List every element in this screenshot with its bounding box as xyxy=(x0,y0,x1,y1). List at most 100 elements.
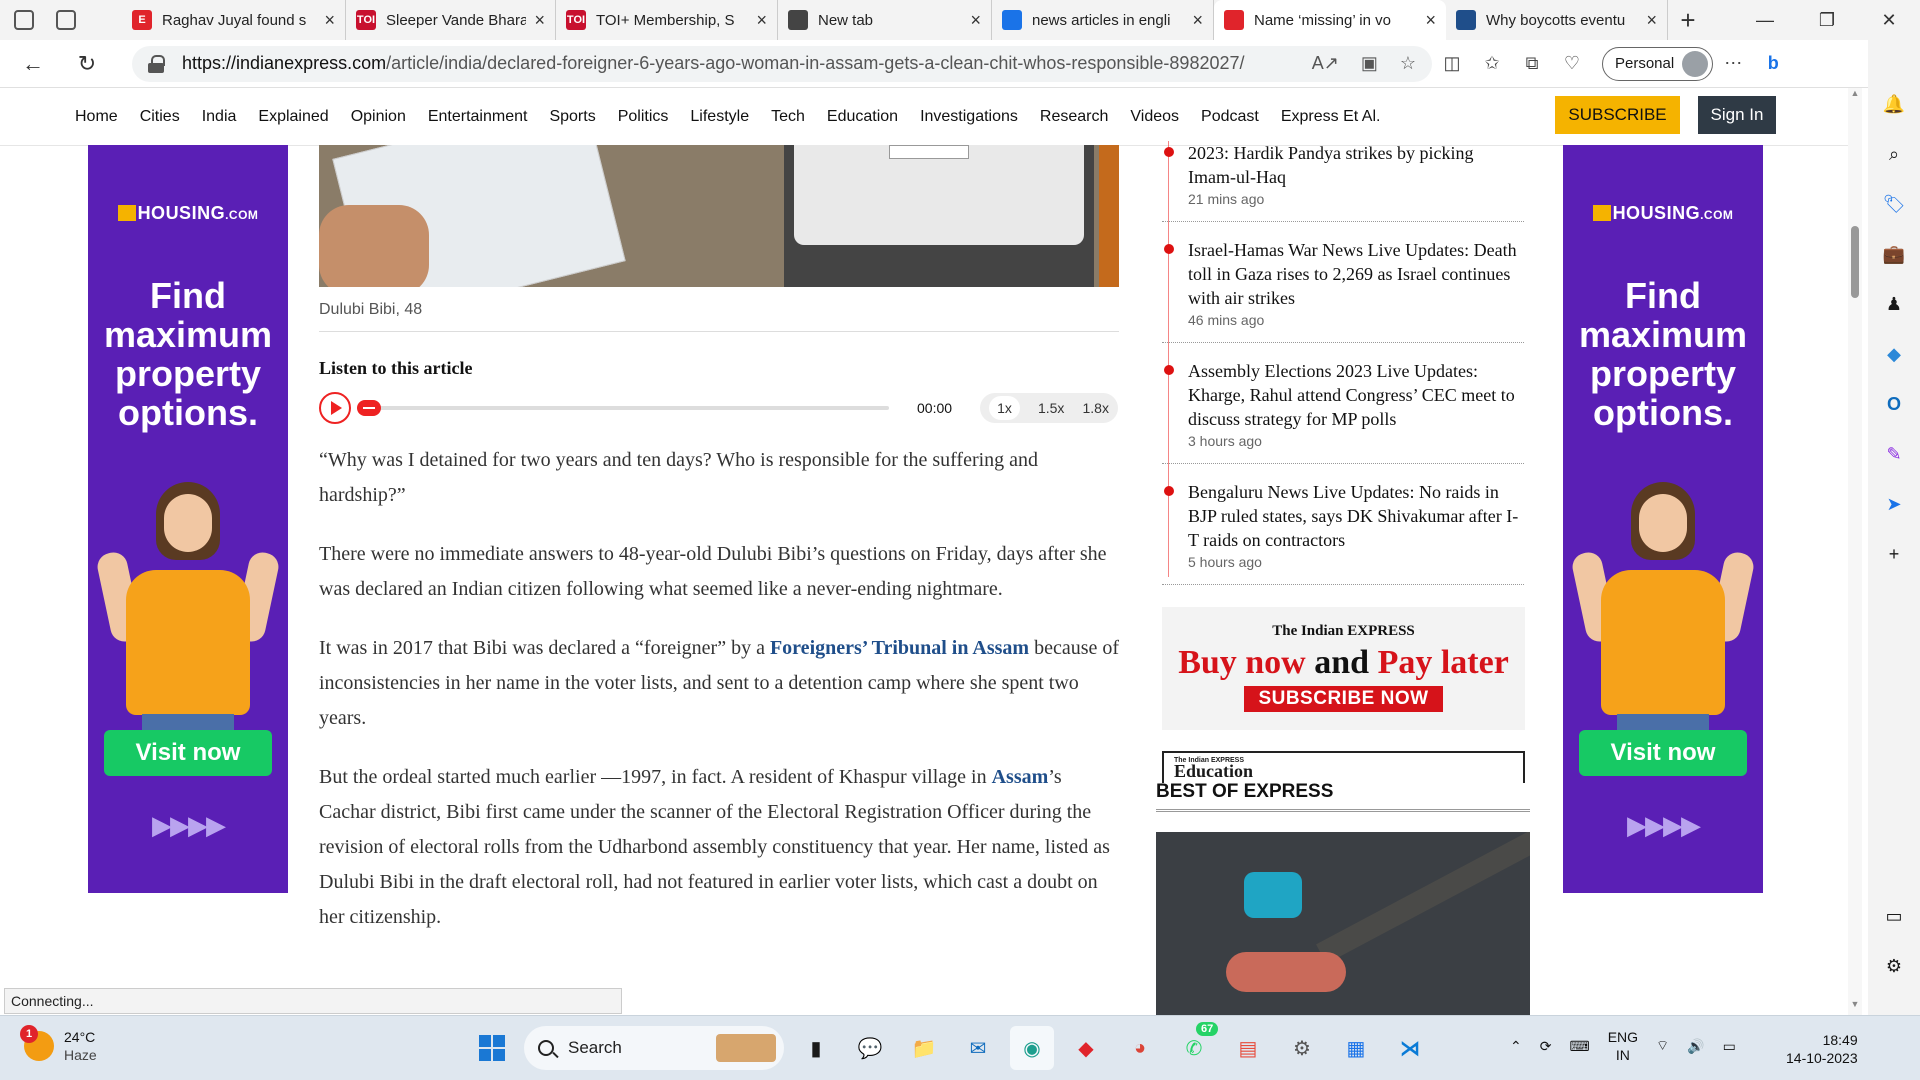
designer-icon[interactable]: ✎ xyxy=(1878,438,1910,470)
browser-tab[interactable]: New tab × xyxy=(778,0,992,40)
browser-tab[interactable]: E Raghav Juyal found s × xyxy=(122,0,346,40)
nav-link[interactable]: Podcast xyxy=(1201,108,1259,126)
sign-in-button[interactable]: Sign In xyxy=(1698,96,1776,134)
task-view-icon[interactable]: ▮ xyxy=(794,1026,838,1070)
collections-icon[interactable]: ⧉ xyxy=(1512,46,1552,82)
live-update-item[interactable]: Israel-Hamas War News Live Updates: Deat… xyxy=(1162,238,1524,343)
browser-tab[interactable]: Name ‘missing’ in vo × xyxy=(1214,0,1446,40)
split-screen-icon[interactable]: ◫ xyxy=(1432,46,1472,82)
settings-gear-icon[interactable]: ⚙ xyxy=(1280,1026,1324,1070)
minimize-button[interactable]: — xyxy=(1734,0,1796,40)
close-window-button[interactable]: ✕ xyxy=(1858,0,1920,40)
show-hidden-icons-chevron-icon[interactable]: ⌃ xyxy=(1510,1038,1522,1055)
vscode-icon[interactable]: ⋊ xyxy=(1388,1026,1432,1070)
education-banner[interactable]: The Indian EXPRESS Education xyxy=(1162,751,1525,783)
more-menu-icon[interactable]: ⋯ xyxy=(1713,46,1753,82)
browser-tab[interactable]: Why boycotts eventu × xyxy=(1446,0,1668,40)
taskbar-search[interactable]: Search xyxy=(524,1026,784,1070)
ad-visit-button[interactable]: Visit now xyxy=(1579,730,1747,776)
nav-link[interactable]: Research xyxy=(1040,108,1108,126)
chrome-icon[interactable]: ◕ xyxy=(1118,1026,1162,1070)
sync-icon[interactable]: ⟳ xyxy=(1540,1038,1552,1055)
address-bar[interactable]: https://indianexpress.com/article/india/… xyxy=(132,45,1432,82)
nav-link[interactable]: Explained xyxy=(258,108,328,126)
scroll-thumb[interactable] xyxy=(1851,226,1859,298)
mail-icon[interactable]: ✉ xyxy=(956,1026,1000,1070)
games-icon[interactable]: ♟ xyxy=(1878,288,1910,320)
close-tab-icon[interactable]: × xyxy=(756,10,767,31)
profile-button[interactable]: Personal xyxy=(1602,46,1714,81)
live-update-item[interactable]: Bengaluru News Live Updates: No raids in… xyxy=(1162,480,1524,585)
whatsapp-icon[interactable]: ✆ 67 xyxy=(1172,1022,1219,1070)
edge-browser-icon[interactable]: ◉ xyxy=(1010,1026,1054,1070)
foreigners-tribunal-link[interactable]: Foreigners’ Tribunal in Assam xyxy=(770,637,1029,659)
best-of-express-image[interactable] xyxy=(1156,832,1530,1015)
favorites-icon[interactable]: ✩ xyxy=(1472,46,1512,82)
close-tab-icon[interactable]: × xyxy=(534,10,545,31)
read-aloud-icon[interactable]: A↗ xyxy=(1312,53,1339,74)
ad-visit-button[interactable]: Visit now xyxy=(104,730,272,776)
outlook-icon[interactable]: O xyxy=(1878,388,1910,420)
browser-tab[interactable]: TOI Sleeper Vande Bhara × xyxy=(346,0,556,40)
audio-progress-handle[interactable] xyxy=(357,400,381,416)
new-tab-button[interactable]: + xyxy=(1668,0,1708,40)
favorite-star-icon[interactable]: ☆ xyxy=(1400,53,1416,74)
live-update-title[interactable]: Assembly Elections 2023 Live Updates: Kh… xyxy=(1188,359,1524,431)
refresh-button[interactable]: ↻ xyxy=(66,46,108,82)
nav-link[interactable]: Sports xyxy=(549,108,595,126)
lock-icon[interactable] xyxy=(148,54,165,73)
url-text[interactable]: https://indianexpress.com/article/india/… xyxy=(182,53,1312,74)
file-explorer-icon[interactable]: 📁 xyxy=(902,1026,946,1070)
nav-link[interactable]: Videos xyxy=(1130,108,1179,126)
nav-link[interactable]: Entertainment xyxy=(428,108,528,126)
assam-link[interactable]: Assam xyxy=(992,766,1049,788)
hide-sidebar-icon[interactable]: ▭ xyxy=(1878,900,1910,932)
add-sidebar-app-icon[interactable]: + xyxy=(1878,538,1910,570)
play-icon[interactable] xyxy=(319,392,351,424)
volume-icon[interactable]: 🔊 xyxy=(1687,1038,1704,1055)
left-housing-ad[interactable]: HOUSING.COM Find maximum property options. … xyxy=(88,145,288,893)
send-icon[interactable]: ➤ xyxy=(1878,488,1910,520)
nav-link[interactable]: Tech xyxy=(771,108,805,126)
notifications-bell-icon[interactable]: 🔔 xyxy=(1878,88,1910,120)
workspaces-icon[interactable] xyxy=(14,10,34,30)
office-icon[interactable]: ◆ xyxy=(1064,1026,1108,1070)
live-update-item[interactable]: Assembly Elections 2023 Live Updates: Kh… xyxy=(1162,359,1524,464)
search-icon[interactable]: ⌕ xyxy=(1878,138,1910,170)
nav-link[interactable]: Opinion xyxy=(351,108,406,126)
nav-link[interactable]: Investigations xyxy=(920,108,1018,126)
nav-link[interactable]: India xyxy=(202,108,237,126)
page-scrollbar[interactable]: ▲ ▼ xyxy=(1848,88,1862,1015)
copilot-icon[interactable]: b xyxy=(1753,46,1793,82)
nav-link[interactable]: Education xyxy=(827,108,898,126)
audio-progress-bar[interactable] xyxy=(357,400,889,416)
live-update-title[interactable]: 2023: Hardik Pandya strikes by picking I… xyxy=(1188,141,1524,189)
weather-widget[interactable]: 1 24°C Haze xyxy=(20,1025,97,1064)
scroll-up-icon[interactable]: ▲ xyxy=(1848,88,1862,104)
start-button[interactable] xyxy=(470,1026,514,1070)
nav-link[interactable]: Cities xyxy=(140,108,180,126)
shopping-tag-icon[interactable]: 🏷 xyxy=(1878,188,1910,220)
sidebar-settings-gear-icon[interactable]: ⚙ xyxy=(1878,950,1910,982)
live-update-title[interactable]: Israel-Hamas War News Live Updates: Deat… xyxy=(1188,238,1524,310)
browser-tab[interactable]: TOI TOI+ Membership, S × xyxy=(556,0,778,40)
nav-link[interactable]: Home xyxy=(75,108,118,126)
live-update-title[interactable]: Bengaluru News Live Updates: No raids in… xyxy=(1188,480,1524,552)
close-tab-icon[interactable]: × xyxy=(324,10,335,31)
input-language[interactable]: ENG IN xyxy=(1608,1028,1638,1064)
close-tab-icon[interactable]: × xyxy=(970,10,981,31)
maximize-button[interactable]: ❐ xyxy=(1796,0,1858,40)
close-tab-icon[interactable]: × xyxy=(1425,10,1436,31)
subscription-promo[interactable]: The Indian EXPRESS Buy now and Pay later… xyxy=(1162,607,1525,730)
app-available-icon[interactable]: ▣ xyxy=(1361,53,1378,74)
scroll-down-icon[interactable]: ▼ xyxy=(1848,999,1862,1015)
nav-link[interactable]: Lifestyle xyxy=(690,108,749,126)
speed-1x-button[interactable]: 1x xyxy=(989,396,1020,420)
browser-essentials-icon[interactable]: ♡ xyxy=(1552,46,1592,82)
browser-tab[interactable]: news articles in engli × xyxy=(992,0,1214,40)
speed-1-8x-button[interactable]: 1.8x xyxy=(1083,400,1109,416)
wifi-icon[interactable]: ⌔ xyxy=(1656,1037,1669,1055)
notepad-icon[interactable]: ▦ xyxy=(1334,1026,1378,1070)
pdf-reader-icon[interactable]: ▤ xyxy=(1226,1026,1270,1070)
nav-link[interactable]: Express Et Al. xyxy=(1281,108,1381,126)
